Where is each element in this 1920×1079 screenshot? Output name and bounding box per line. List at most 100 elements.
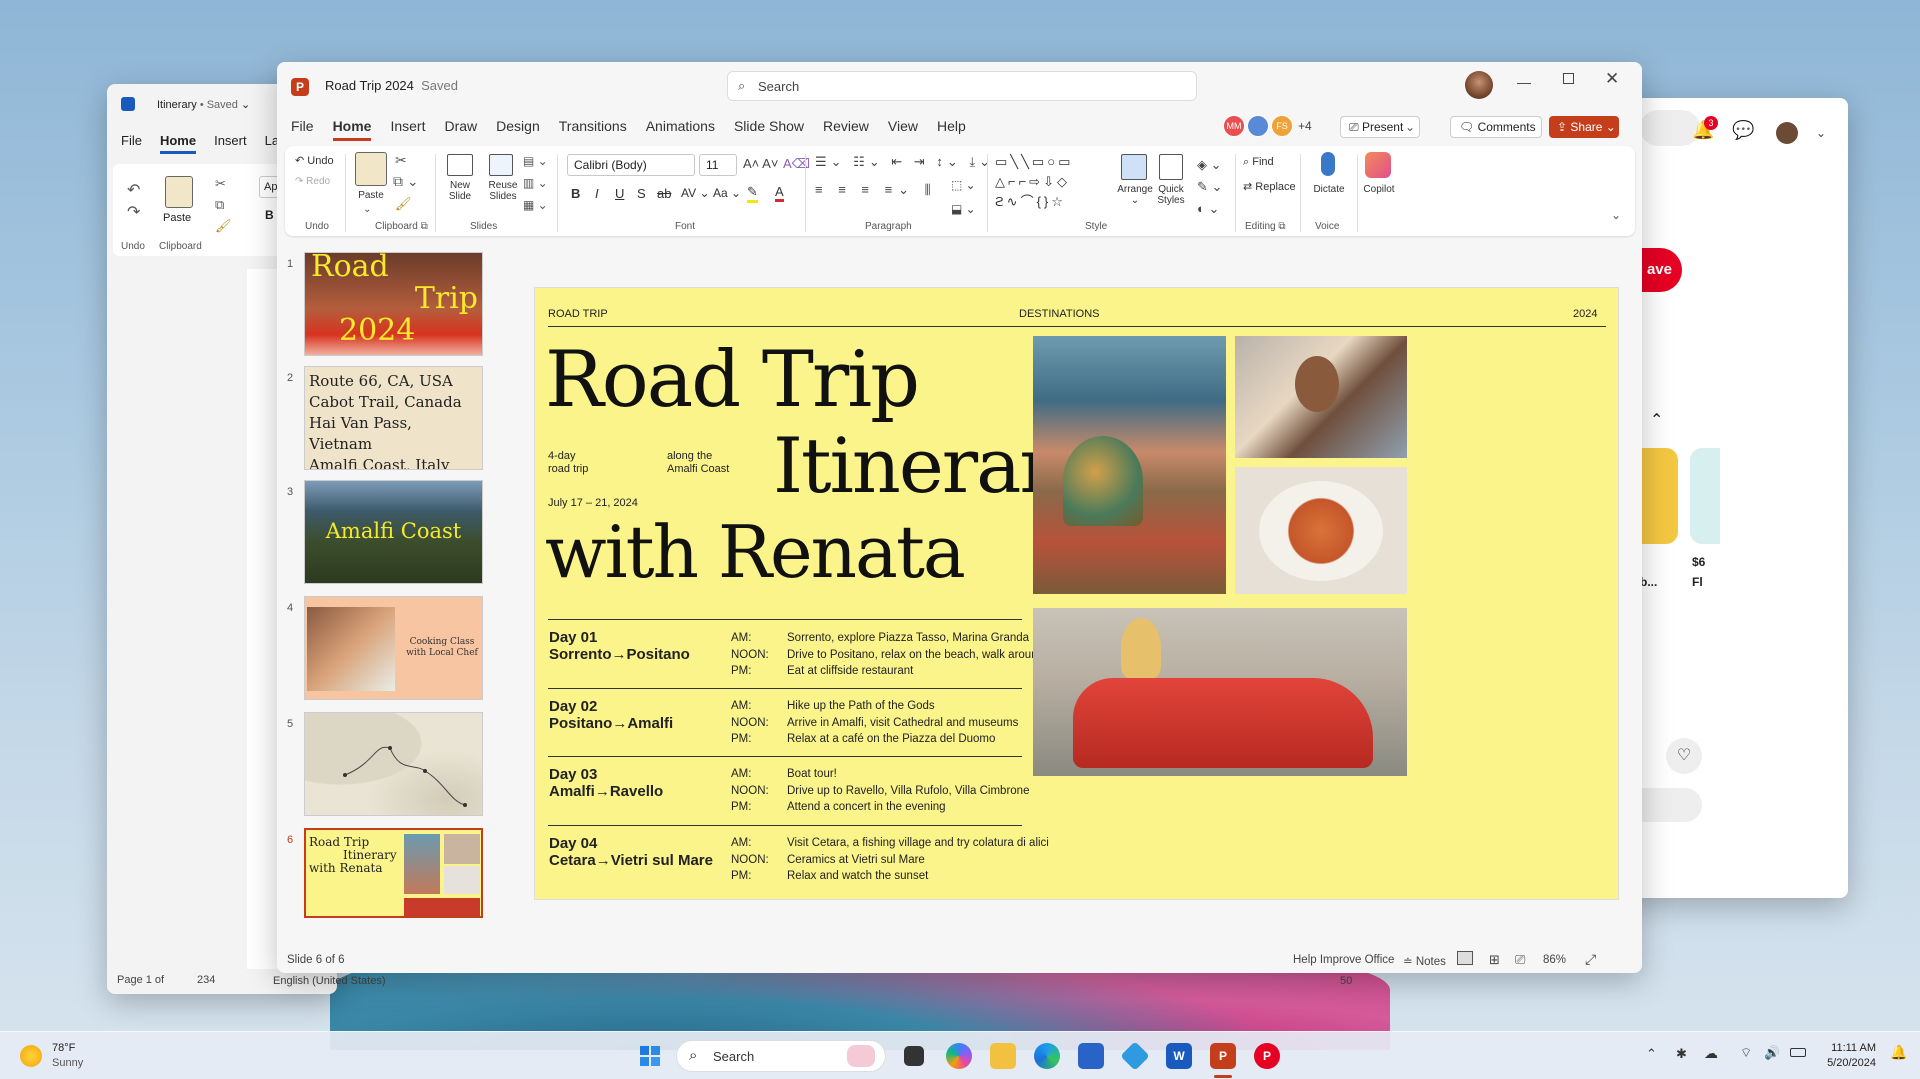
slide-thumbnail-5[interactable] [304,712,483,816]
tab-slide-show[interactable]: Slide Show [734,118,804,141]
collaborator-avatar[interactable] [1247,115,1269,137]
volume-icon[interactable]: 🔊 [1764,1045,1780,1061]
slide-thumbnail-1[interactable]: Road Trip 2024 [304,252,483,356]
tab-transitions[interactable]: Transitions [559,118,627,141]
shape-fill-icons[interactable]: ◈ ⌄ ✎ ⌄ ◐ ⌄ [1197,154,1222,220]
tab-file[interactable]: File [291,118,314,141]
clock[interactable]: 11:11 AM 5/20/2024 [1820,1041,1876,1071]
edge-icon[interactable] [1034,1043,1060,1069]
redo-button[interactable]: ↷ Redo [295,176,330,187]
profile-avatar[interactable] [1776,122,1798,144]
font-color-icon[interactable]: A [775,184,784,202]
present-button[interactable]: ⎚ Present ⌄ [1340,116,1420,138]
slide-sorter-icon[interactable]: ⊞ [1489,952,1500,968]
notes-button[interactable]: ≐ Notes [1403,954,1446,968]
search-input[interactable]: ⌕ Search [727,71,1197,101]
battery-icon[interactable] [1790,1048,1806,1057]
wifi-icon[interactable]: ⌔ [1740,1045,1752,1061]
tab-animations[interactable]: Animations [646,118,715,141]
shapes-gallery[interactable]: ▭╲╲▭○▭ △⌐⌐⇨⇩◇ ϩ∿⌒{}☆ [995,152,1107,212]
pin-thumbnail-2[interactable] [1690,448,1720,544]
share-button[interactable]: ⇪ Share ⌄ [1549,116,1619,138]
weather-widget[interactable]: 78°F Sunny [52,1041,83,1071]
account-chevron-icon[interactable]: ⌄ [1816,126,1826,140]
tab-design[interactable]: Design [496,118,540,141]
collaborator-mm[interactable]: MM [1223,115,1245,137]
powerpoint-taskbar-icon[interactable]: P [1210,1043,1236,1069]
clear-formatting-icon[interactable]: A⌫ [783,156,810,172]
shadow-button[interactable]: S [637,186,646,201]
taskbar-search[interactable]: ⌕ Search [676,1040,886,1072]
slide-thumbnail-6[interactable]: Road Trip Itinerary with Renata [304,828,483,918]
text-direction-icon[interactable]: ⬚ ⌄ [951,178,976,192]
tab-view[interactable]: View [888,118,918,141]
show-hidden-icons[interactable]: ⌃ [1646,1046,1657,1062]
collapse-chevron-icon[interactable]: ⌃ [1650,410,1663,430]
microphone-icon[interactable] [1321,152,1335,176]
account-avatar[interactable] [1465,71,1493,99]
tab-home[interactable]: Home [332,118,372,141]
copilot-icon[interactable] [1365,152,1391,178]
maximize-button[interactable] [1563,73,1574,84]
char-spacing-button[interactable]: AV ⌄ [681,186,710,200]
paste-button[interactable]: Paste [355,190,387,201]
zoom-level[interactable]: 86% [1543,954,1566,966]
highlight-icon[interactable]: ✎ [747,184,758,203]
copilot-button[interactable]: Copilot [1359,184,1399,195]
snipping-tool-icon[interactable] [1120,1041,1150,1071]
bold-button[interactable]: B [571,186,580,201]
font-size-combo[interactable]: 11 [699,154,737,176]
pinterest-taskbar-icon[interactable]: P [1254,1043,1280,1069]
current-slide[interactable]: ROAD TRIP DESTINATIONS 2024 Road Trip It… [534,287,1619,900]
reuse-slides-icon[interactable] [489,154,513,176]
tab-review[interactable]: Review [823,118,869,141]
bluetooth-icon[interactable]: ✱ [1676,1046,1687,1062]
reading-view-icon[interactable]: ⎚ [1515,952,1525,968]
fit-to-window-icon[interactable]: ⤢ [1585,951,1596,968]
collaborator-count[interactable]: +4 [1298,119,1312,133]
quick-styles-icon[interactable] [1159,154,1183,180]
align-buttons[interactable]: ≡ ≡ ≡ ≡⌄ ⫼ [815,182,937,198]
ribbon-collapse-icon[interactable]: ⌄ [1611,208,1621,222]
redo-icon[interactable]: ↷ [127,202,140,222]
slide-thumbnail-4[interactable]: Cooking Class with Local Chef [304,596,483,700]
copy-icon[interactable]: ⧉ [215,197,224,213]
tab-insert[interactable]: Insert [390,118,425,141]
list-buttons[interactable]: ☰⌄ ☷⌄ ⇤ ⇥ ↕⌄ ⤓⌄ [815,154,994,170]
find-button[interactable]: ⌕ Find [1243,156,1274,169]
close-button[interactable]: ✕ [1605,69,1619,89]
paste-icon[interactable] [165,176,193,208]
paste-dropdown-icon[interactable]: ⌄ [363,204,371,215]
sun-icon[interactable] [20,1045,42,1067]
reset-icon[interactable]: ▥ ⌄ [523,176,548,190]
underline-button[interactable]: U [615,186,624,201]
store-icon[interactable] [1078,1043,1104,1069]
start-icon[interactable] [640,1046,660,1066]
word-bold-button[interactable]: B [265,208,274,222]
comments-button[interactable]: 🗨 Comments [1450,116,1542,138]
task-view-icon[interactable] [904,1046,924,1066]
heart-icon[interactable]: ♡ [1666,738,1702,774]
powerpoint-window[interactable]: P Road Trip 2024 Saved ⌕ Search — ✕ File… [277,62,1642,973]
collaborator-fs[interactable]: FS [1271,115,1293,137]
tab-draw[interactable]: Draw [444,118,477,141]
cut-icon[interactable]: ✂ [395,152,407,169]
font-name-combo[interactable]: Calibri (Body) [567,154,695,176]
new-slide-button[interactable]: New Slide [440,180,480,202]
arrange-icon[interactable] [1121,154,1147,180]
help-improve-office-link[interactable]: Help Improve Office [1293,954,1394,966]
pinterest-search-pill[interactable] [1640,110,1700,146]
word-menu-file[interactable]: File [121,133,142,154]
dictate-button[interactable]: Dictate [1307,184,1351,195]
copy-icon[interactable]: ⧉ ⌄ [393,173,419,190]
format-painter-icon[interactable]: 🖌 [395,196,412,212]
reuse-slides-button[interactable]: Reuse Slides [483,180,523,202]
replace-button[interactable]: ⇄ Replace [1243,180,1296,193]
strikethrough-button[interactable]: ab [657,186,671,201]
format-painter-icon[interactable]: 🖌 [215,218,232,234]
present-dropdown-icon[interactable]: ⌄ [1405,117,1415,137]
smartart-icon[interactable]: ⬓ ⌄ [951,202,976,216]
new-slide-icon[interactable] [447,154,473,176]
onedrive-icon[interactable]: ☁ [1704,1045,1718,1062]
undo-icon[interactable]: ↶ [127,180,140,200]
